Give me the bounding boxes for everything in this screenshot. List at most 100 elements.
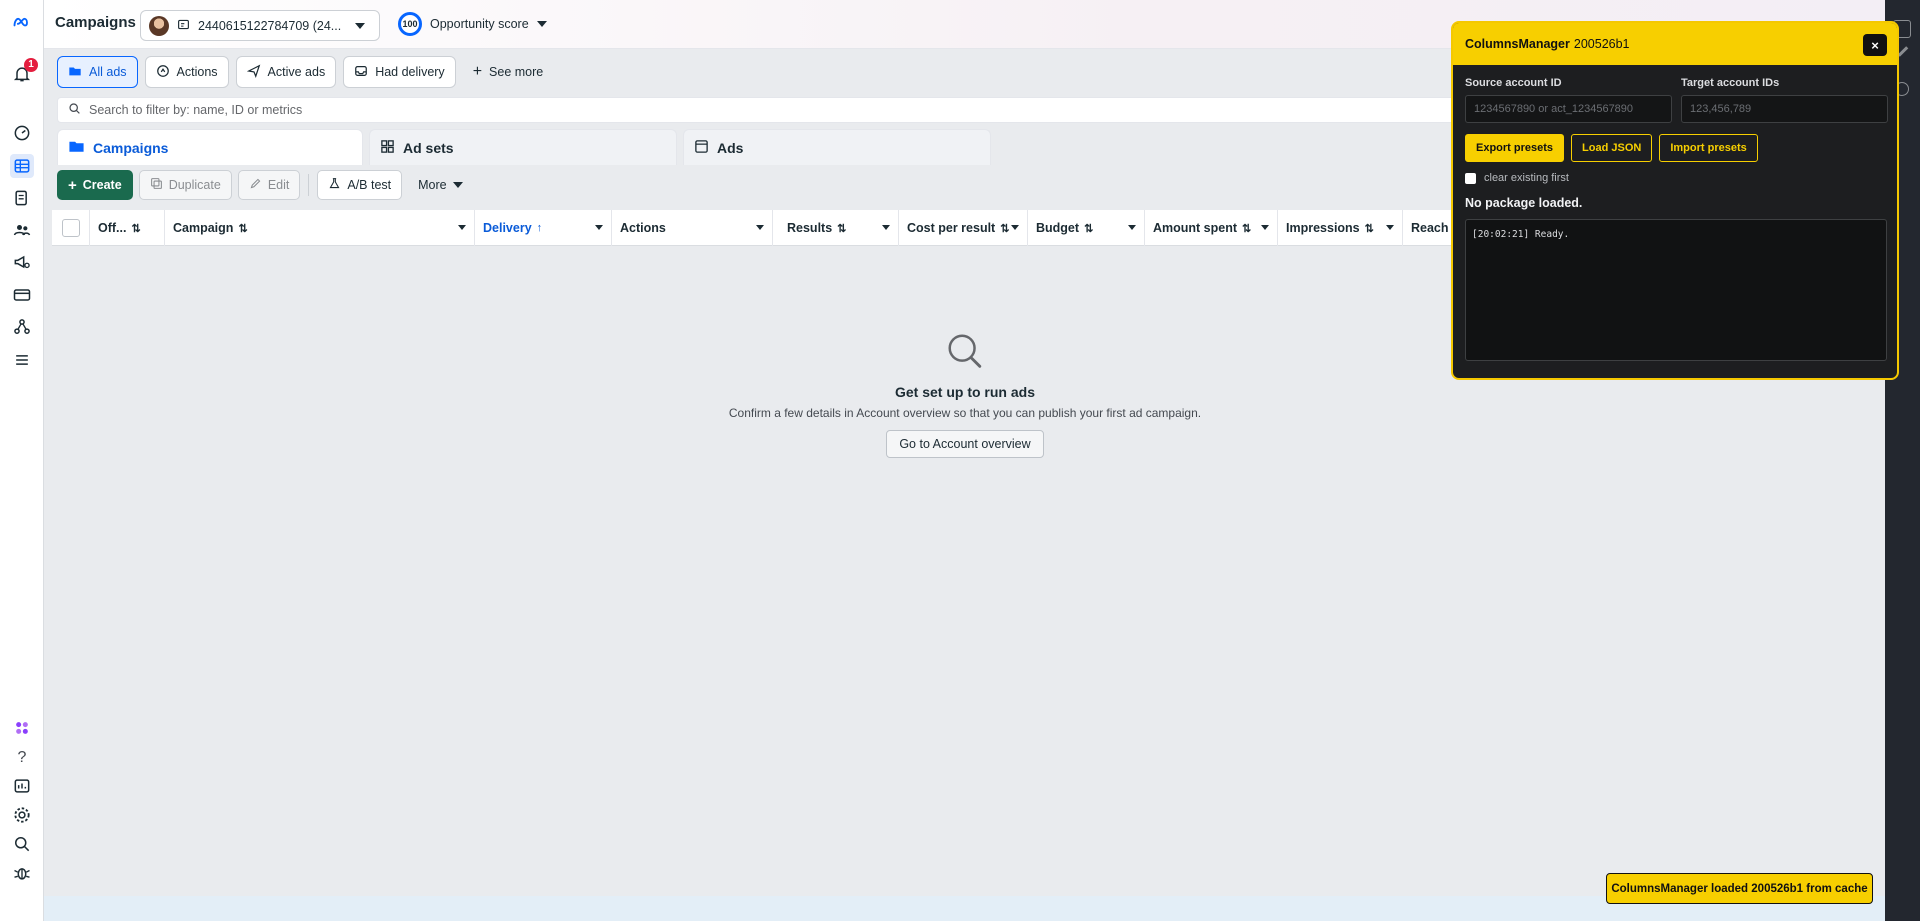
column-results[interactable]: Results ⇅ [773,210,899,246]
account-overview-icon[interactable] [10,121,34,145]
notifications-bell-icon[interactable]: 1 [10,58,38,86]
sort-icon[interactable]: ⇅ [1084,222,1093,235]
column-menu-icon[interactable] [1011,225,1019,230]
sort-icon[interactable]: ⇅ [131,222,140,235]
edit-button[interactable]: Edit [237,170,301,200]
column-delivery[interactable]: Delivery ↑ [475,210,612,246]
tab-ad-sets[interactable]: Ad sets [369,129,677,165]
column-menu-icon[interactable] [1261,225,1269,230]
campaign-toolbar: + Create Duplicate Edit A/B test More [57,170,473,200]
sort-icon[interactable]: ⇅ [1365,222,1374,235]
empty-state-title: Get set up to run ads [894,384,1035,400]
advertising-megaphone-icon[interactable] [10,250,34,274]
column-off-on[interactable]: Off... ⇅ [90,210,165,246]
select-all-checkbox[interactable] [61,219,80,237]
filter-active-ads[interactable]: Active ads [235,56,337,88]
actions-icon [156,64,170,81]
reports-icon[interactable] [10,774,34,798]
column-menu-icon[interactable] [458,225,466,230]
opportunity-score-ring: 100 [398,12,422,36]
page-title: Campaigns [55,14,136,31]
tab-campaigns[interactable]: Campaigns [57,129,363,165]
column-menu-icon[interactable] [595,225,603,230]
audiences-icon[interactable] [10,218,34,242]
export-presets-button[interactable]: Export presets [1465,134,1565,162]
left-nav-rail: 1 ? [0,0,44,921]
search-input[interactable]: Search to filter by: name, ID or metrics [57,97,1477,123]
load-json-button[interactable]: Load JSON [1571,134,1653,162]
columns-manager-panel: ColumnsManager 200526b1 × Source account… [1451,21,1899,380]
columns-manager-version: 200526b1 [1573,37,1630,51]
column-impressions[interactable]: Impressions ⇅ [1278,210,1403,246]
ai-sparkle-icon[interactable] [10,716,34,740]
column-menu-icon[interactable] [1128,225,1136,230]
column-menu-icon[interactable] [756,225,764,230]
column-amount-spent[interactable]: Amount spent ⇅ [1145,210,1278,246]
ads-window-icon [694,139,709,157]
search-icon[interactable] [10,832,34,856]
filter-had-delivery[interactable]: Had delivery [343,56,456,88]
sort-ascending-icon[interactable]: ↑ [537,222,543,234]
package-status: No package loaded. [1465,196,1583,210]
filter-all-ads[interactable]: All ads [57,56,138,88]
column-menu-icon[interactable] [1386,225,1394,230]
inbox-icon [354,64,368,81]
filter-actions[interactable]: Actions [144,56,229,88]
column-budget[interactable]: Budget ⇅ [1028,210,1145,246]
help-question-icon[interactable]: ? [10,746,34,770]
business-tools-icon[interactable] [10,315,34,339]
chevron-down-icon [355,22,366,29]
ab-test-button[interactable]: A/B test [317,170,403,200]
sort-icon[interactable]: ⇅ [238,222,247,235]
column-campaign[interactable]: Campaign ⇅ [165,210,475,246]
filter-chips: All ads Actions Active ads Had delivery … [57,56,553,88]
tab-ads[interactable]: Ads [683,129,991,165]
plus-icon: + [472,63,483,80]
column-actions[interactable]: Actions [612,210,773,246]
sort-icon[interactable]: ⇅ [837,222,846,235]
billing-card-icon[interactable] [10,283,34,307]
source-account-label: Source account ID [1465,77,1562,89]
column-cost-per-result[interactable]: Cost per result ⇅ [899,210,1028,246]
empty-state-subtitle: Confirm a few details in Account overvie… [728,406,1202,420]
create-button[interactable]: + Create [57,170,133,200]
column-menu-icon[interactable] [882,225,890,230]
settings-gear-icon[interactable] [10,803,34,827]
select-all-checkbox-cell [52,210,90,246]
search-placeholder: Search to filter by: name, ID or metrics [89,103,303,117]
clear-existing-label: clear existing first [1484,172,1569,184]
import-presets-button[interactable]: Import presets [1659,134,1758,162]
pencil-icon [249,177,262,193]
source-account-input[interactable] [1465,95,1672,123]
ad-account-icon [177,18,190,34]
sort-icon[interactable]: ⇅ [1000,222,1009,235]
duplicate-button[interactable]: Duplicate [138,170,232,200]
send-icon [246,64,261,81]
ad-account-selector[interactable]: 2440615122784709 (24... [140,10,380,41]
go-to-account-overview-button[interactable]: Go to Account overview [886,430,1044,458]
pencil-icon[interactable] [1897,46,1909,57]
target-accounts-input[interactable] [1681,95,1888,123]
menu-icon[interactable] [10,348,34,372]
close-button[interactable]: × [1863,34,1887,56]
ad-sets-grid-icon [380,139,395,157]
bug-report-icon[interactable] [10,861,34,885]
sort-icon[interactable]: ⇅ [1242,222,1251,235]
columns-manager-title: ColumnsManager [1465,37,1570,51]
more-button[interactable]: More [408,170,472,200]
filter-see-more[interactable]: + See more [463,56,554,88]
notification-count-badge: 1 [24,58,38,72]
meta-logo-icon[interactable] [10,11,34,35]
toast-notification: ColumnsManager loaded 200526b1 from cach… [1606,873,1873,904]
target-accounts-label: Target account IDs [1681,77,1780,89]
opportunity-score-button[interactable]: 100 Opportunity score [398,12,547,36]
toolbar-divider [308,174,310,196]
opportunity-score-label: Opportunity score [430,17,529,31]
level-tabs: Campaigns Ad sets Ads [57,129,991,165]
campaigns-table-icon[interactable] [10,154,34,178]
log-output: [20:02:21] Ready. [1465,219,1887,361]
clear-existing-checkbox[interactable] [1465,172,1476,184]
account-avatar [149,15,169,36]
catalog-icon[interactable] [10,186,34,210]
chevron-down-icon [536,21,547,27]
